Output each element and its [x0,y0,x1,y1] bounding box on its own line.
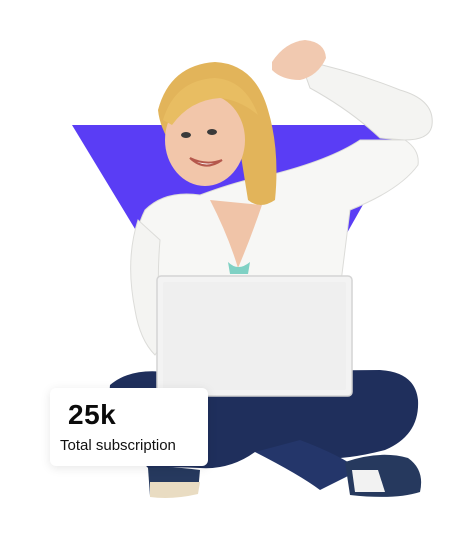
laptop [156,275,353,397]
stat-value: 25k [68,399,117,430]
stat-label: Total subscription [60,437,176,454]
subscription-stat-card: 25k Total subscription [50,388,208,466]
hero-section: 25k Total subscription [0,0,458,529]
